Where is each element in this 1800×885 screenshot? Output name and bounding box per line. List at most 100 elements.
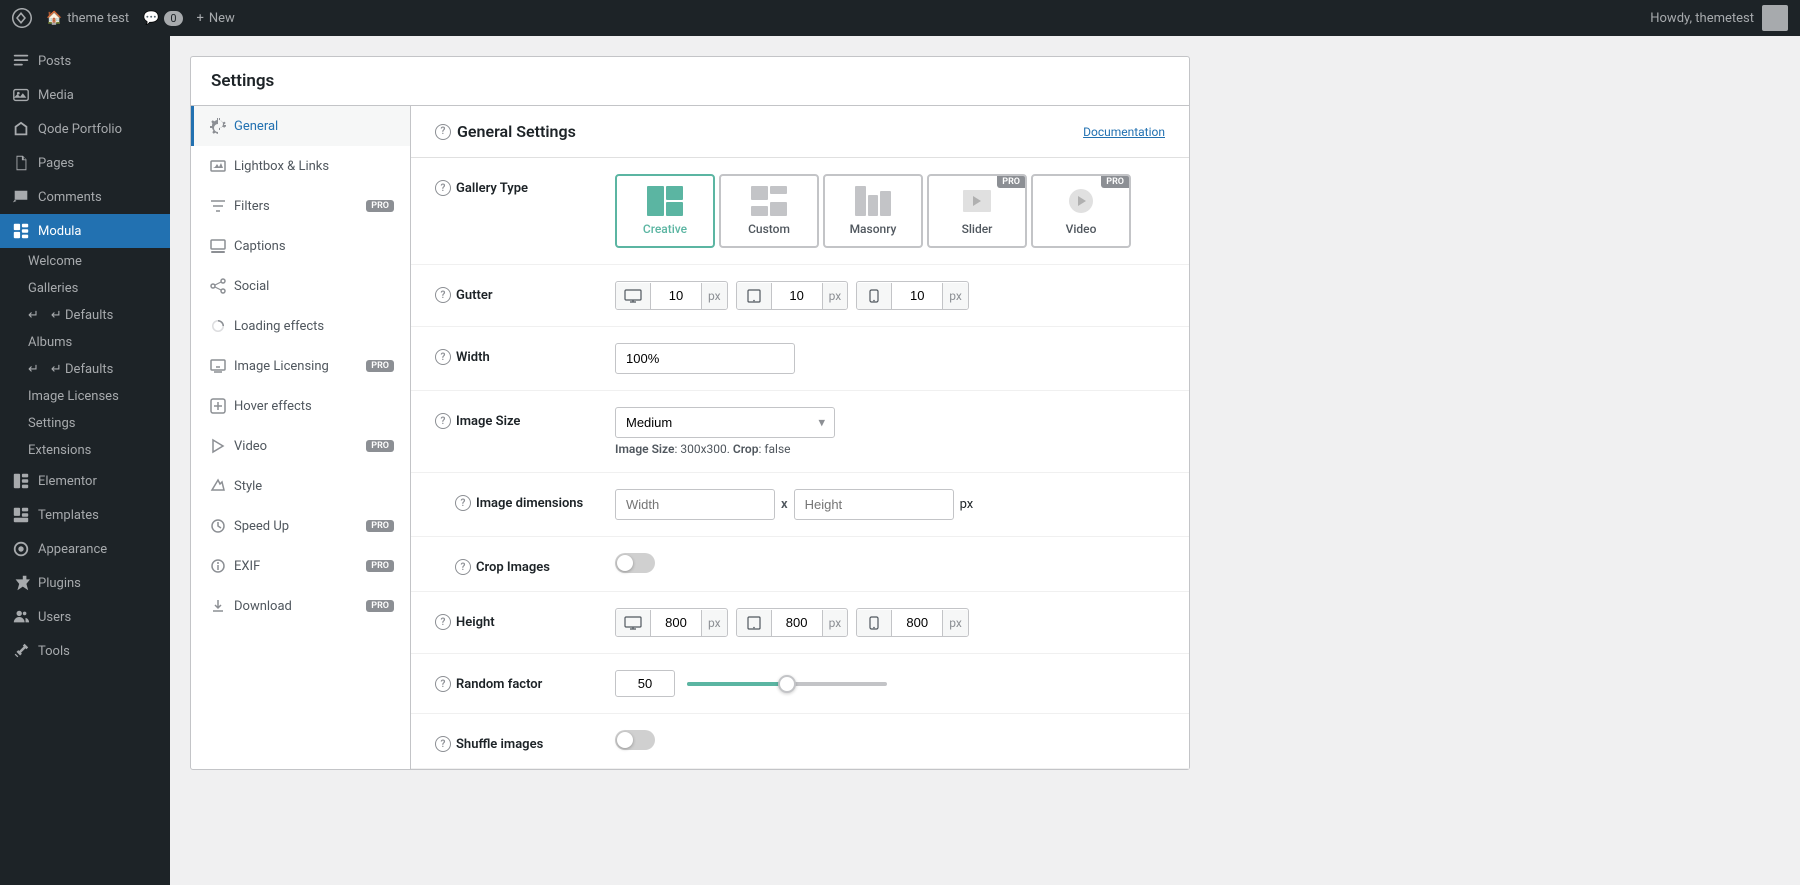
nav-item-filters[interactable]: Filters PRO [191,186,410,226]
gutter-mobile-field[interactable] [892,282,942,309]
slider-track[interactable] [687,682,887,686]
section-header: ? General Settings Documentation [411,106,1189,158]
height-help[interactable]: ? [435,614,451,630]
nav-item-exif[interactable]: EXIF PRO [191,546,410,586]
sidebar-item-tools[interactable]: Tools [0,634,170,668]
width-help[interactable]: ? [435,349,451,365]
sidebar-sub-galleries[interactable]: Galleries [0,275,170,302]
sidebar-label-appearance: Appearance [38,542,107,557]
sidebar-label-pages: Pages [38,156,74,171]
gallery-type-creative[interactable]: Creative [615,174,715,248]
sidebar-sub-label-image-licenses: Image Licenses [28,389,119,404]
image-size-help[interactable]: ? [435,413,451,429]
tablet-icon [745,289,763,303]
nav-item-style[interactable]: Style [191,466,410,506]
gutter-tablet-input: px [736,281,849,310]
sidebar-label-qode: Qode Portfolio [38,122,122,137]
section-help-icon[interactable]: ? [435,124,451,140]
wp-logo-item[interactable] [12,8,32,28]
width-field[interactable] [615,343,795,374]
height-group: px px [615,608,1165,637]
nav-item-speed-up[interactable]: Speed Up PRO [191,506,410,546]
sidebar-sub-defaults[interactable]: ↵ ↵ Defaults [0,302,170,329]
random-factor-help[interactable]: ? [435,676,451,692]
nav-item-general[interactable]: General [191,106,410,146]
nav-item-loading-effects[interactable]: Loading effects [191,306,410,346]
gallery-type-video[interactable]: PRO Video [1031,174,1131,248]
sidebar-item-pages[interactable]: Pages [0,146,170,180]
sidebar-item-users[interactable]: Users [0,600,170,634]
filters-icon [210,198,226,214]
sidebar-sub-albums[interactable]: Albums [0,329,170,356]
nav-item-lightbox[interactable]: Lightbox & Links [191,146,410,186]
wp-logo-icon [12,8,32,28]
height-tablet-icon [745,616,763,630]
gallery-type-masonry[interactable]: Masonry [823,174,923,248]
gutter-tablet-field[interactable] [772,282,822,309]
loading-icon [210,318,226,334]
image-dimensions-label: ? Image dimensions [435,489,595,511]
gallery-type-custom[interactable]: Custom [719,174,819,248]
sidebar-sub-image-licenses[interactable]: Image Licenses [0,383,170,410]
comments-icon [12,188,30,206]
video-type-icon [1063,186,1099,216]
shuffle-images-toggle[interactable] [615,730,655,750]
crop-images-toggle[interactable] [615,553,655,573]
sidebar-item-comments[interactable]: Comments [0,180,170,214]
appearance-icon [12,540,30,558]
gutter-help[interactable]: ? [435,287,451,303]
nav-item-image-licensing[interactable]: Image Licensing PRO [191,346,410,386]
gutter-desktop-field[interactable] [651,282,701,309]
sidebar-sub-label-extensions: Extensions [28,443,91,458]
new-item[interactable]: + New [197,11,235,26]
slider-group [615,670,1165,697]
height-tablet-field[interactable] [772,609,822,636]
nav-item-hover-effects[interactable]: Hover effects [191,386,410,426]
image-dimensions-control: x px [615,489,1165,520]
nav-label-social: Social [234,279,269,294]
settings-title: Settings [211,71,274,91]
comments-item[interactable]: 💬 0 [143,11,182,26]
user-greeting: Howdy, themetest [1650,11,1754,26]
dimensions-width-field[interactable] [615,489,775,520]
gallery-type-help[interactable]: ? [435,180,451,196]
sidebar-sub-defaults2[interactable]: ↵ ↵ Defaults [0,356,170,383]
random-factor-value[interactable] [615,670,675,697]
image-dimensions-help[interactable]: ? [455,495,471,511]
gallery-type-slider[interactable]: PRO Slider [927,174,1027,248]
sidebar-sub-settings[interactable]: Settings [0,410,170,437]
crop-images-help[interactable]: ? [455,559,471,575]
site-name-item[interactable]: 🏠 theme test [46,11,129,26]
nav-item-social[interactable]: Social [191,266,410,306]
sidebar-sub-welcome[interactable]: Welcome [0,248,170,275]
nav-item-captions[interactable]: Captions [191,226,410,266]
sidebar-item-media[interactable]: Media [0,78,170,112]
shuffle-images-help[interactable]: ? [435,736,451,752]
sidebar-item-templates[interactable]: Templates [0,498,170,532]
lightbox-icon [210,158,226,174]
sidebar-item-elementor[interactable]: Elementor [0,464,170,498]
image-size-select-wrap: Medium Thumbnail Large Full ▾ [615,407,835,438]
image-size-select[interactable]: Medium Thumbnail Large Full [615,407,835,438]
height-mobile-field[interactable] [892,609,942,636]
dimensions-height-field[interactable] [794,489,954,520]
height-mobile-input: px [856,608,969,637]
nav-item-download[interactable]: Download PRO [191,586,410,626]
sidebar-item-plugins[interactable]: Plugins [0,566,170,600]
sidebar-item-appearance[interactable]: Appearance [0,532,170,566]
height-desktop-field[interactable] [651,609,701,636]
documentation-link[interactable]: Documentation [1083,125,1165,139]
sidebar-sub-extensions[interactable]: Extensions [0,437,170,464]
slider-thumb[interactable] [778,675,796,693]
modula-icon [12,222,30,240]
random-factor-label: ? Random factor [435,670,595,692]
mobile-icon [865,289,883,303]
sidebar-sub-label-settings: Settings [28,416,75,431]
sidebar-item-modula[interactable]: Modula [0,214,170,248]
sidebar-item-posts[interactable]: Posts [0,44,170,78]
height-control: px px [615,608,1165,637]
gutter-group: px px [615,281,1165,310]
image-size-control: Medium Thumbnail Large Full ▾ Image Size… [615,407,1165,456]
nav-item-video[interactable]: Video PRO [191,426,410,466]
sidebar-item-qode[interactable]: Qode Portfolio [0,112,170,146]
